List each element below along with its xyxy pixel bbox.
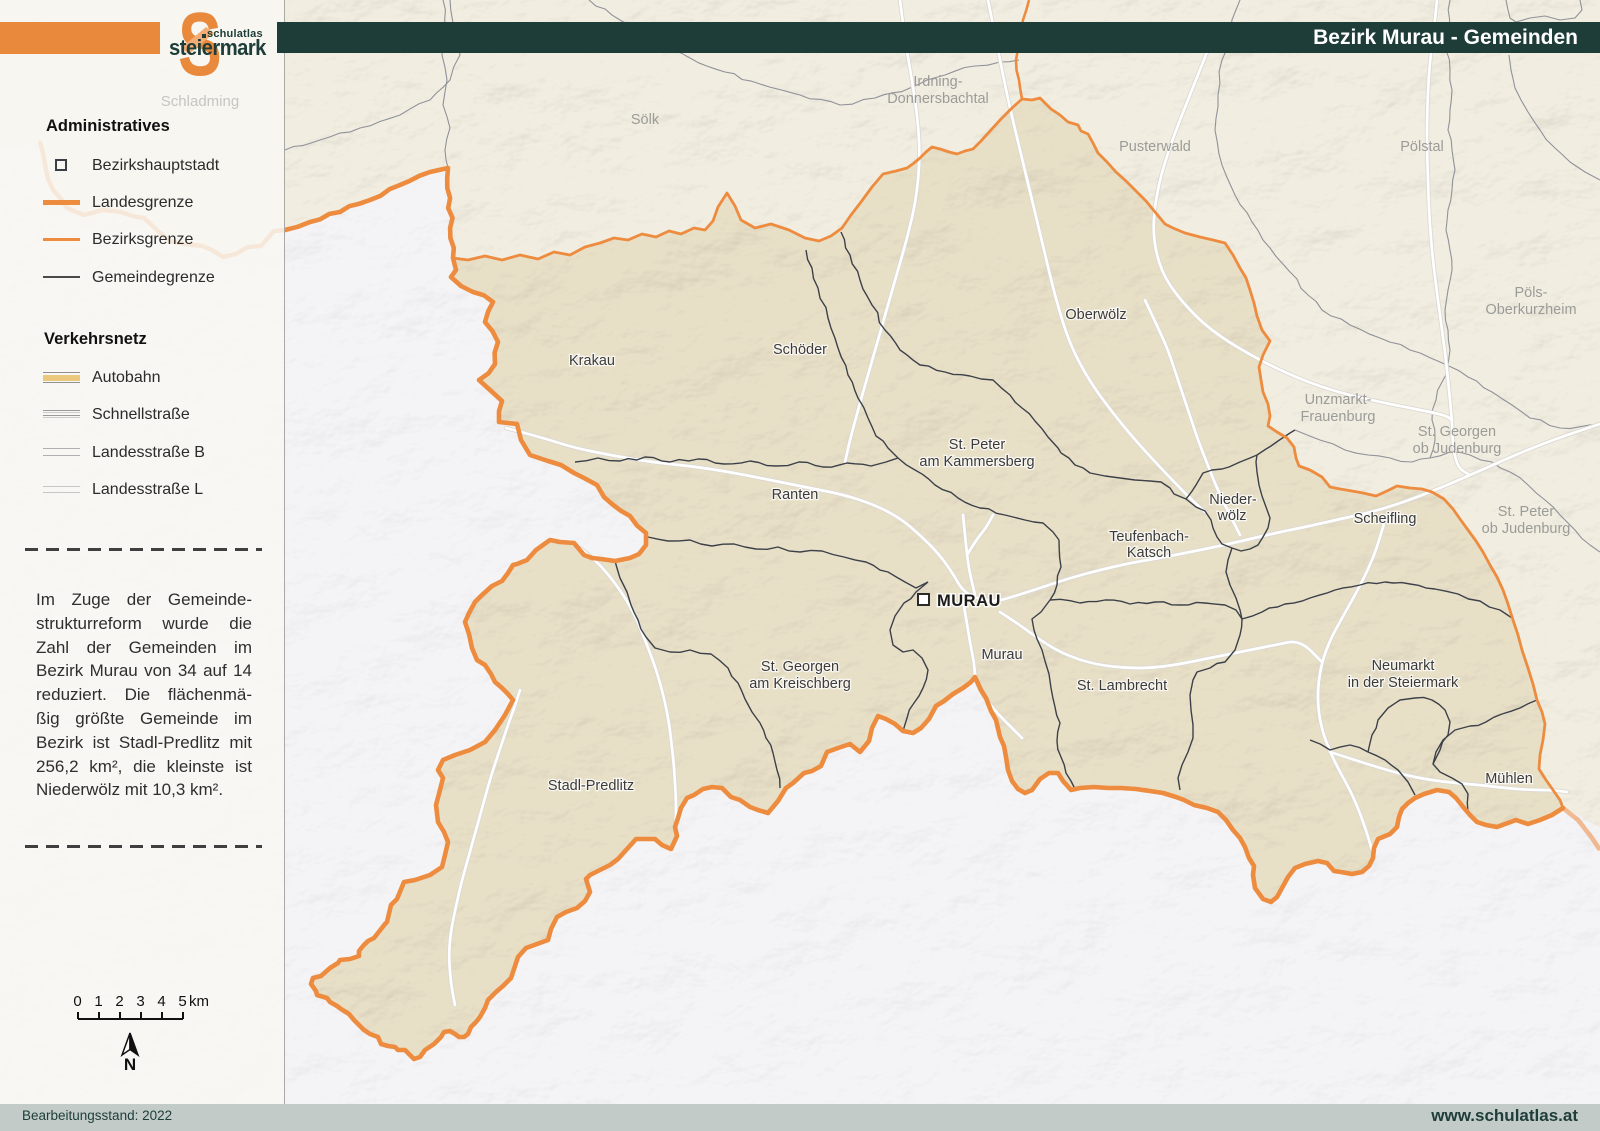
svg-text:Irdning-: Irdning- bbox=[913, 74, 962, 90]
svg-text:St. Peter: St. Peter bbox=[1498, 504, 1555, 520]
svg-text:Schladming: Schladming bbox=[161, 93, 239, 110]
svg-text:Oberkurzheim: Oberkurzheim bbox=[1485, 302, 1576, 318]
svg-text:Pöls-: Pöls- bbox=[1514, 285, 1547, 301]
svg-text:Stadl-Predlitz: Stadl-Predlitz bbox=[548, 778, 634, 794]
svg-text:ob Judenburg: ob Judenburg bbox=[1482, 521, 1571, 537]
svg-text:am Kammersberg: am Kammersberg bbox=[919, 454, 1034, 470]
svg-text:St. Georgen: St. Georgen bbox=[1418, 424, 1496, 440]
svg-text:Scheifling: Scheifling bbox=[1354, 511, 1417, 527]
svg-text:Nieder-: Nieder- bbox=[1209, 492, 1257, 508]
svg-text:ob Judenburg: ob Judenburg bbox=[1413, 441, 1502, 457]
svg-text:Frauenburg: Frauenburg bbox=[1301, 409, 1376, 425]
svg-text:St. Lambrecht: St. Lambrecht bbox=[1077, 678, 1167, 694]
svg-text:St. Peter: St. Peter bbox=[949, 437, 1006, 453]
svg-text:St. Georgen: St. Georgen bbox=[761, 659, 839, 675]
svg-text:Pölstal: Pölstal bbox=[1400, 139, 1444, 155]
svg-text:Schöder: Schöder bbox=[773, 342, 827, 358]
svg-text:Katsch: Katsch bbox=[1127, 545, 1171, 561]
svg-text:Oberwölz: Oberwölz bbox=[1065, 307, 1126, 323]
svg-text:Teufenbach-: Teufenbach- bbox=[1109, 529, 1189, 545]
svg-text:Ranten: Ranten bbox=[772, 487, 819, 503]
svg-text:Murau: Murau bbox=[981, 647, 1022, 663]
svg-text:Neumarkt: Neumarkt bbox=[1372, 658, 1435, 674]
svg-text:Krakau: Krakau bbox=[569, 353, 615, 369]
svg-text:in der Steiermark: in der Steiermark bbox=[1348, 675, 1459, 691]
svg-text:Donnersbachtal: Donnersbachtal bbox=[887, 91, 989, 107]
svg-text:Pusterwald: Pusterwald bbox=[1119, 139, 1191, 155]
svg-text:am Kreischberg: am Kreischberg bbox=[749, 676, 851, 692]
svg-text:Unzmarkt-: Unzmarkt- bbox=[1305, 392, 1372, 408]
svg-text:wölz: wölz bbox=[1216, 508, 1246, 524]
svg-text:Sölk: Sölk bbox=[631, 112, 660, 128]
svg-text:MURAU: MURAU bbox=[937, 592, 1001, 610]
svg-text:Mühlen: Mühlen bbox=[1485, 771, 1533, 787]
